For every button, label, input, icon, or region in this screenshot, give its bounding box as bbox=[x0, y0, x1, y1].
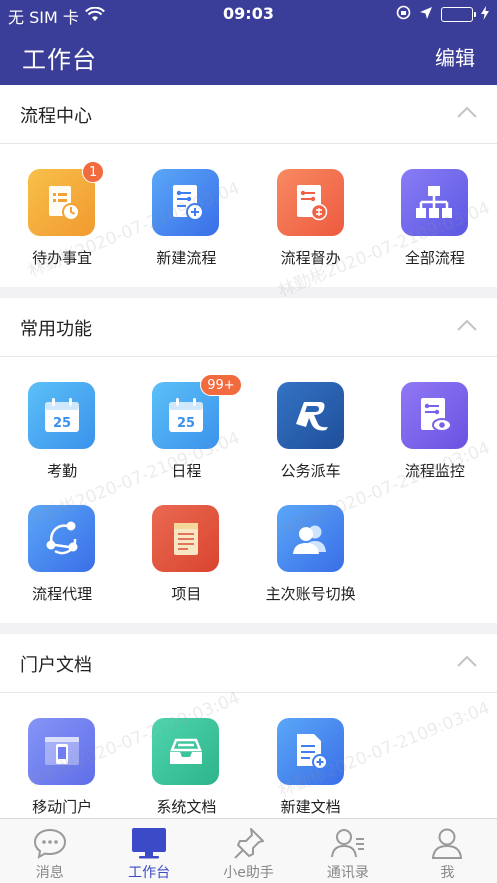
battery-icon bbox=[441, 7, 476, 22]
app-label: 新建文档 bbox=[280, 798, 341, 816]
section-title: 常用功能 bbox=[20, 319, 92, 340]
app-item-car-dispatch[interactable]: 公务派车 bbox=[249, 369, 373, 492]
section-portal-docs: 门户文档 移动门户 系统文档 新建文档 bbox=[0, 634, 497, 818]
status-bar: 无 SIM 卡 09:03 bbox=[0, 0, 497, 28]
chevron-up-icon[interactable] bbox=[457, 105, 477, 119]
notification-badge: 1 bbox=[82, 161, 105, 183]
app-item-mobile-portal[interactable]: 移动门户 bbox=[0, 705, 124, 818]
tab-contacts[interactable]: 通讯录 bbox=[298, 819, 397, 883]
chevron-up-icon[interactable] bbox=[457, 318, 477, 332]
page-title: 工作台 bbox=[22, 46, 97, 74]
app-item-schedule[interactable]: 25 99+ 日程 bbox=[124, 369, 248, 492]
project-notebook-icon bbox=[152, 505, 220, 572]
calendar-day: 25 bbox=[52, 416, 70, 431]
edit-button[interactable]: 编辑 bbox=[435, 42, 475, 71]
message-bubble-icon bbox=[33, 828, 66, 859]
location-arrow-icon bbox=[419, 5, 433, 24]
app-label: 系统文档 bbox=[156, 798, 217, 816]
app-item-all-process[interactable]: 全部流程 bbox=[373, 156, 497, 279]
rotation-lock-icon bbox=[396, 5, 411, 24]
header-bar: 工作台 编辑 bbox=[0, 28, 497, 85]
bottom-tab-bar: 消息 工作台 小e助手 通讯录 我 bbox=[0, 818, 497, 883]
calendar-icon: 25 bbox=[28, 382, 95, 449]
app-label: 项目 bbox=[171, 585, 202, 603]
app-label: 新建流程 bbox=[156, 249, 217, 267]
process-monitor-icon bbox=[400, 382, 468, 449]
app-label: 考勤 bbox=[47, 462, 78, 480]
org-chart-icon bbox=[400, 169, 468, 236]
app-label: 公务派车 bbox=[280, 462, 341, 480]
calendar-day: 25 bbox=[177, 416, 195, 431]
app-label: 全部流程 bbox=[404, 249, 465, 267]
app-label: 流程代理 bbox=[32, 585, 93, 603]
app-label: 日程 bbox=[171, 462, 202, 480]
app-item-attendance[interactable]: 25 考勤 bbox=[0, 369, 124, 492]
app-item-project[interactable]: 项目 bbox=[124, 492, 248, 615]
app-label: 待办事宜 bbox=[32, 249, 93, 267]
app-item-system-docs[interactable]: 系统文档 bbox=[124, 705, 248, 818]
share-agent-icon bbox=[28, 505, 95, 572]
account-switch-icon bbox=[276, 505, 344, 572]
new-process-icon bbox=[152, 169, 220, 236]
tab-workbench[interactable]: 工作台 bbox=[99, 819, 198, 883]
tab-me[interactable]: 我 bbox=[398, 819, 497, 883]
app-item-todo[interactable]: 1 待办事宜 bbox=[0, 156, 124, 279]
supervise-process-icon bbox=[276, 169, 344, 236]
car-dispatch-logo-icon bbox=[276, 382, 344, 449]
app-label: 移动门户 bbox=[32, 798, 93, 816]
section-title: 门户文档 bbox=[20, 655, 92, 676]
app-label: 流程督办 bbox=[280, 249, 341, 267]
tab-label: 工作台 bbox=[128, 865, 171, 881]
workbench-content[interactable]: 流程中心 1 待办事宜 新建流程 流程督办 全部流程 常用功能 25 考勤 25… bbox=[0, 85, 497, 818]
charging-bolt-icon bbox=[481, 5, 489, 24]
section-header[interactable]: 流程中心 bbox=[0, 85, 497, 144]
section-header[interactable]: 常用功能 bbox=[0, 298, 497, 357]
app-item-process-monitor[interactable]: 流程监控 bbox=[373, 369, 497, 492]
app-item-process-agent[interactable]: 流程代理 bbox=[0, 492, 124, 615]
inbox-tray-icon bbox=[152, 718, 220, 785]
app-item-new-document[interactable]: 新建文档 bbox=[249, 705, 373, 818]
section-process-center: 流程中心 1 待办事宜 新建流程 流程督办 全部流程 bbox=[0, 85, 497, 287]
tab-label: 小e助手 bbox=[223, 865, 274, 881]
tab-label: 我 bbox=[440, 865, 455, 881]
notification-badge: 99+ bbox=[200, 374, 242, 396]
app-item-new-process[interactable]: 新建流程 bbox=[124, 156, 248, 279]
app-item-supervise[interactable]: 流程督办 bbox=[249, 156, 373, 279]
section-common-functions: 常用功能 25 考勤 25 99+ 日程 公务派车 流程监控 流程代理 项目 主… bbox=[0, 298, 497, 623]
person-icon bbox=[432, 828, 463, 859]
app-label: 流程监控 bbox=[404, 462, 465, 480]
tab-label: 消息 bbox=[35, 865, 64, 881]
contacts-icon bbox=[330, 829, 364, 858]
desktop-monitor-icon bbox=[132, 828, 167, 859]
tab-messages[interactable]: 消息 bbox=[0, 819, 99, 883]
new-document-icon bbox=[276, 718, 344, 785]
app-label: 主次账号切换 bbox=[265, 585, 356, 603]
section-title: 流程中心 bbox=[20, 106, 92, 127]
tab-assistant[interactable]: 小e助手 bbox=[199, 819, 298, 883]
pin-assistant-icon bbox=[233, 828, 264, 859]
section-header[interactable]: 门户文档 bbox=[0, 634, 497, 693]
chevron-up-icon[interactable] bbox=[457, 654, 477, 668]
tab-label: 通讯录 bbox=[326, 865, 369, 881]
app-item-account-switch[interactable]: 主次账号切换 bbox=[249, 492, 373, 615]
mobile-portal-icon bbox=[28, 718, 95, 785]
